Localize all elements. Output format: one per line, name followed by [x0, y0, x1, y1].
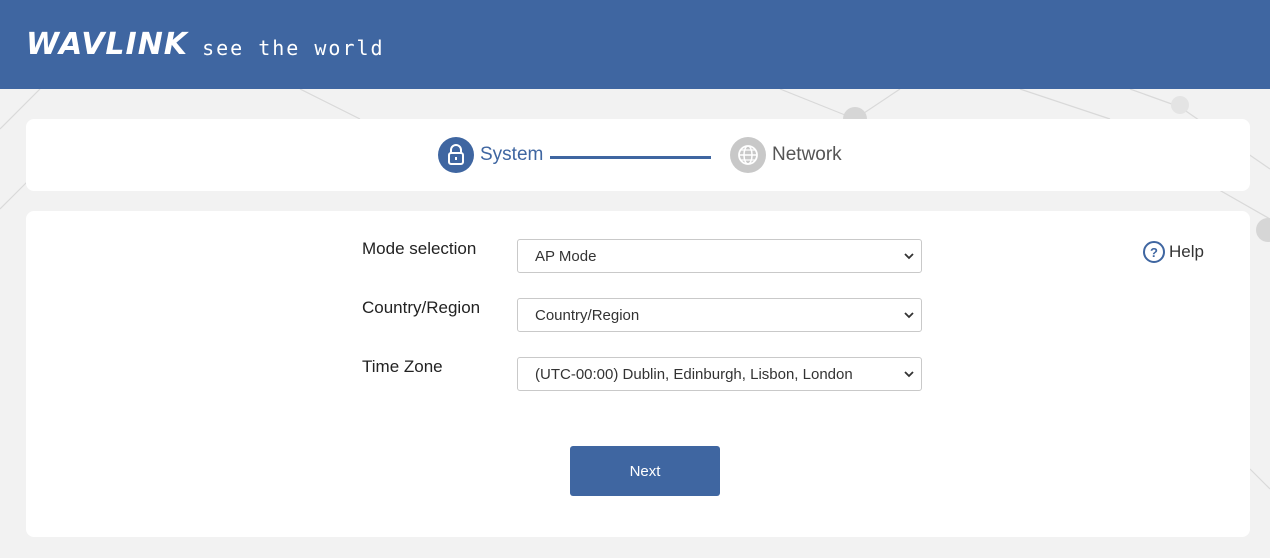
chevron-down-icon	[904, 371, 914, 378]
step-system-label: System	[480, 144, 544, 165]
time-zone-label: Time Zone	[362, 357, 443, 376]
country-region-value: Country/Region	[535, 306, 640, 324]
slogan: see the world	[202, 36, 385, 60]
mode-selection-select[interactable]: AP Mode	[517, 239, 922, 273]
step-network-label: Network	[772, 144, 842, 165]
brand: WAVLINK see the world	[26, 27, 385, 62]
step-progress-line	[550, 156, 711, 159]
help-link[interactable]: ? Help	[1143, 241, 1204, 263]
globe-icon	[730, 137, 766, 173]
system-settings-form: Mode selection AP Mode Country/Region Co…	[26, 211, 1250, 537]
country-region-select[interactable]: Country/Region	[517, 298, 922, 332]
top-header: WAVLINK see the world	[0, 0, 1270, 89]
mode-selection-value: AP Mode	[535, 247, 597, 265]
lock-icon	[438, 137, 474, 173]
step-system: System	[438, 137, 543, 173]
question-circle-icon: ?	[1143, 241, 1165, 263]
next-button[interactable]: Next	[570, 446, 720, 496]
mode-selection-label: Mode selection	[362, 239, 477, 258]
time-zone-value: (UTC-00:00) Dublin, Edinburgh, Lisbon, L…	[535, 365, 853, 383]
time-zone-select[interactable]: (UTC-00:00) Dublin, Edinburgh, Lisbon, L…	[517, 357, 922, 391]
country-region-label: Country/Region	[362, 298, 481, 317]
wavlink-logo: WAVLINK	[26, 27, 189, 62]
help-label: Help	[1169, 242, 1204, 261]
step-network: Network	[730, 137, 842, 173]
chevron-down-icon	[904, 253, 914, 260]
chevron-down-icon	[904, 312, 914, 319]
setup-steps-panel: System Network	[26, 119, 1250, 191]
